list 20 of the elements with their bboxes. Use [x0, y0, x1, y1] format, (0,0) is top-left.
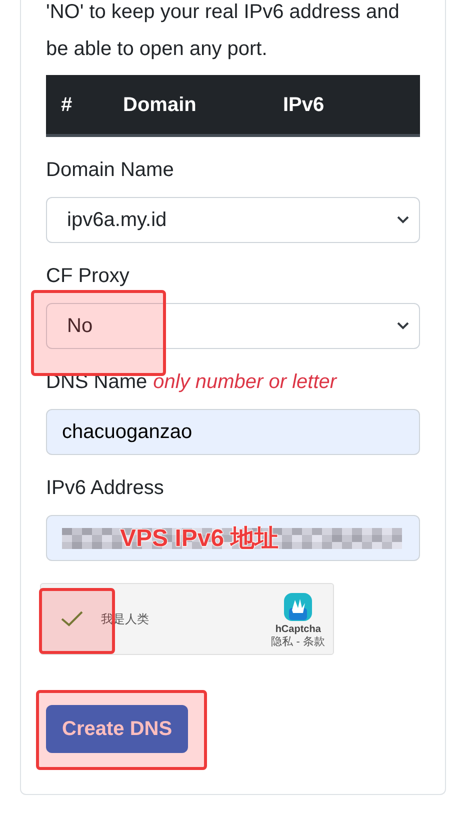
column-header: IPv6 — [282, 92, 326, 118]
select-field[interactable]: No — [46, 303, 420, 349]
field-hint: only number or letter — [153, 370, 337, 395]
create-dns-button[interactable]: Create DNS — [46, 705, 188, 753]
captcha-brand: hCaptcha — [275, 624, 321, 636]
caret-icon — [397, 216, 409, 224]
field-label: Domain Name — [46, 158, 174, 183]
intro-paragraph: 'NO' to keep your real IPv6 address and be able to open any port. — [46, 0, 400, 62]
annotation-text: VPS IPv6 地址 — [120, 524, 279, 554]
select-field[interactable]: ipv6a.my.id — [46, 197, 420, 243]
field-label: CF Proxy — [46, 264, 130, 289]
caret-icon — [397, 322, 409, 330]
captcha-label: 我是人类 — [101, 611, 149, 628]
check-icon — [61, 611, 83, 627]
column-header: # — [60, 92, 74, 118]
column-header: Domain — [122, 92, 198, 118]
input-field[interactable] — [46, 515, 420, 561]
field-label: IPv6 Address — [46, 476, 164, 501]
captcha-links[interactable]: 隐私 - 条款 — [271, 636, 325, 648]
input-field[interactable]: chacuoganzao — [46, 409, 420, 455]
